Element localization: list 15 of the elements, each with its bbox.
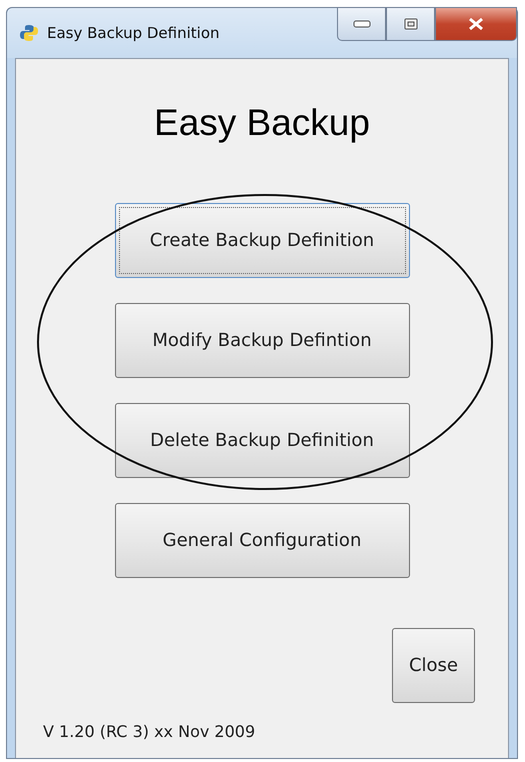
close-button[interactable] — [435, 7, 517, 41]
menu-button[interactable]: Delete Backup Definition — [114, 403, 410, 478]
python-icon — [19, 23, 39, 43]
minimize-icon — [352, 20, 370, 28]
version-text: V 1.20 (RC 3) xx Nov 2009 — [43, 722, 256, 741]
menu-button[interactable]: General Configuration — [114, 503, 410, 578]
maximize-icon — [404, 18, 418, 30]
app-heading: Easy Backup — [154, 101, 370, 144]
maximize-button[interactable] — [386, 7, 435, 41]
menu-button[interactable]: Create Backup Definition — [114, 203, 410, 278]
menu-button[interactable]: Modify Backup Defintion — [114, 303, 410, 378]
close-dialog-button[interactable]: Close — [392, 628, 475, 703]
minimize-button[interactable] — [337, 7, 386, 41]
close-icon — [467, 17, 485, 31]
window-title: Easy Backup Definition — [47, 24, 220, 42]
